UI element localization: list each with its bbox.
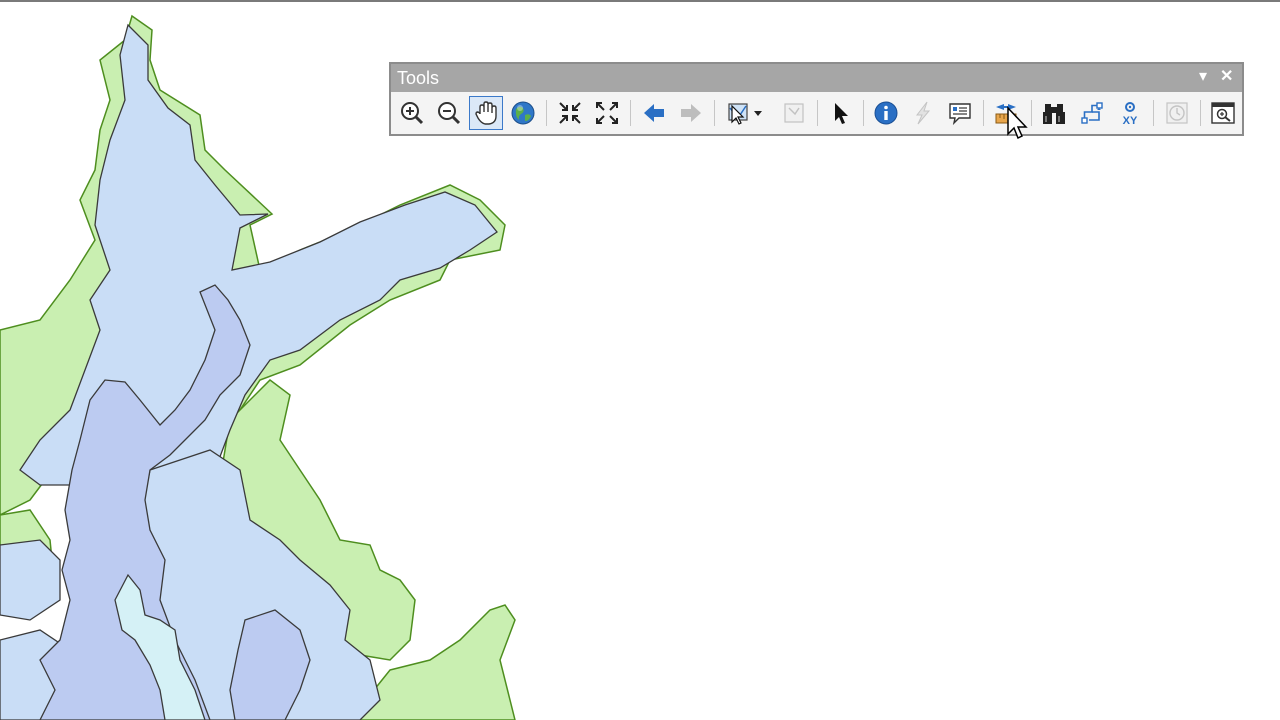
toolbar-separator [714,100,715,126]
html-popup-icon [949,103,971,126]
fixed-zoom-out-icon [596,102,618,124]
select-features-icon [728,103,762,125]
find-button[interactable] [1037,96,1071,130]
binoculars-icon [1043,104,1065,124]
viewer-icon [1211,102,1235,124]
toolbar-separator [546,100,547,126]
identify-button[interactable] [869,96,903,130]
xy-label: XY [1123,115,1138,126]
viewer-button[interactable] [1206,96,1240,130]
clear-selection-button[interactable] [777,96,811,130]
zoom-in-icon [401,102,424,125]
mouse-cursor-icon [1007,106,1028,140]
zoom-in-button[interactable] [395,96,429,130]
fixed-zoom-in-button[interactable] [553,96,587,130]
select-elements-button[interactable] [824,96,858,130]
pointer-icon [835,103,848,124]
toolbar-separator [817,100,818,126]
zoom-out-button[interactable] [432,96,466,130]
hand-icon [475,101,497,125]
time-slider-button[interactable] [1160,96,1194,130]
info-icon [874,101,898,125]
toolbar-title: Tools [397,68,440,88]
select-features-button[interactable] [721,96,767,130]
clear-selection-icon [784,103,804,123]
globe-icon [511,101,535,125]
toolbar-title-bar[interactable]: Tools ▾ ✕ [391,64,1242,92]
toolbar-separator [1200,100,1201,126]
route-icon [1081,102,1103,124]
clock-icon [1166,102,1188,124]
find-route-button[interactable] [1075,96,1109,130]
toolbar-menu-dropdown-icon[interactable]: ▾ [1199,67,1207,87]
zoom-out-icon [438,102,461,125]
full-extent-button[interactable] [506,96,540,130]
arrow-right-icon [681,104,701,122]
toolbar-close-button[interactable]: ✕ [1220,67,1233,87]
water-polygon [0,539,61,621]
go-to-xy-button[interactable]: XY [1113,96,1147,130]
toolbar-separator [863,100,864,126]
toolbar-separator [1153,100,1154,126]
toolbar-separator [983,100,984,126]
go-forward-button[interactable] [674,96,708,130]
toolbar-separator [1031,100,1032,126]
xy-icon: XY [1123,102,1138,126]
hyperlink-button[interactable] [906,96,940,130]
lightning-icon [915,101,931,125]
fixed-zoom-in-icon [559,102,581,124]
html-popup-button[interactable] [943,96,977,130]
pan-button[interactable] [469,96,503,130]
toolbar-separator [630,100,631,126]
arrow-left-icon [644,104,664,122]
tools-toolbar: Tools ▾ ✕ XY [389,62,1244,136]
go-back-button[interactable] [637,96,671,130]
fixed-zoom-out-button[interactable] [590,96,624,130]
